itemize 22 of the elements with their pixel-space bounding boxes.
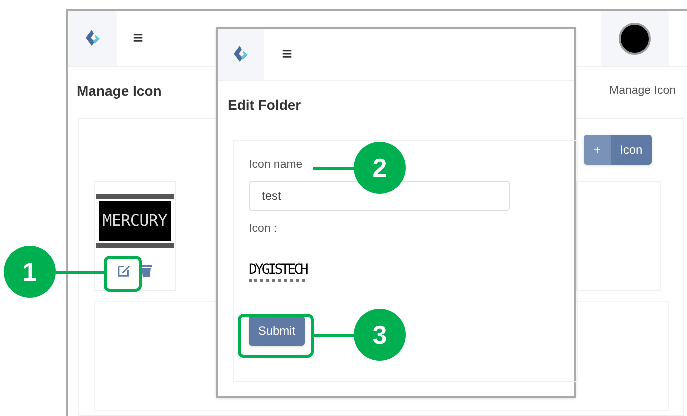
field-label: Icon : [249, 222, 278, 238]
callout-line [313, 167, 354, 170]
menu-icon[interactable]: ≡ [133, 25, 144, 52]
add-icon-button[interactable]: + Icon [584, 135, 652, 165]
callout-number: 1 [4, 246, 56, 298]
icon-name-field[interactable]: test [249, 181, 510, 212]
submit-button[interactable]: Submit [249, 316, 305, 346]
app-logo-icon [231, 44, 251, 64]
trash-icon[interactable] [141, 264, 152, 277]
edit-icon[interactable] [118, 264, 131, 277]
field-label: Icon name [249, 158, 303, 173]
menu-icon[interactable]: ≡ [282, 41, 293, 68]
callout-line [56, 271, 104, 274]
callout-line [314, 334, 354, 337]
logo-image: DYGISTECH [249, 260, 305, 282]
logo-text: MERCURY [98, 201, 172, 241]
page-title: Manage Icon [77, 82, 162, 101]
plus-symbol: + [584, 135, 611, 165]
modal-title: Edit Folder [228, 96, 302, 115]
breadcrumb[interactable]: Manage Icon [610, 82, 676, 100]
highlight-frame [104, 256, 142, 292]
button-label: Icon [611, 135, 652, 165]
